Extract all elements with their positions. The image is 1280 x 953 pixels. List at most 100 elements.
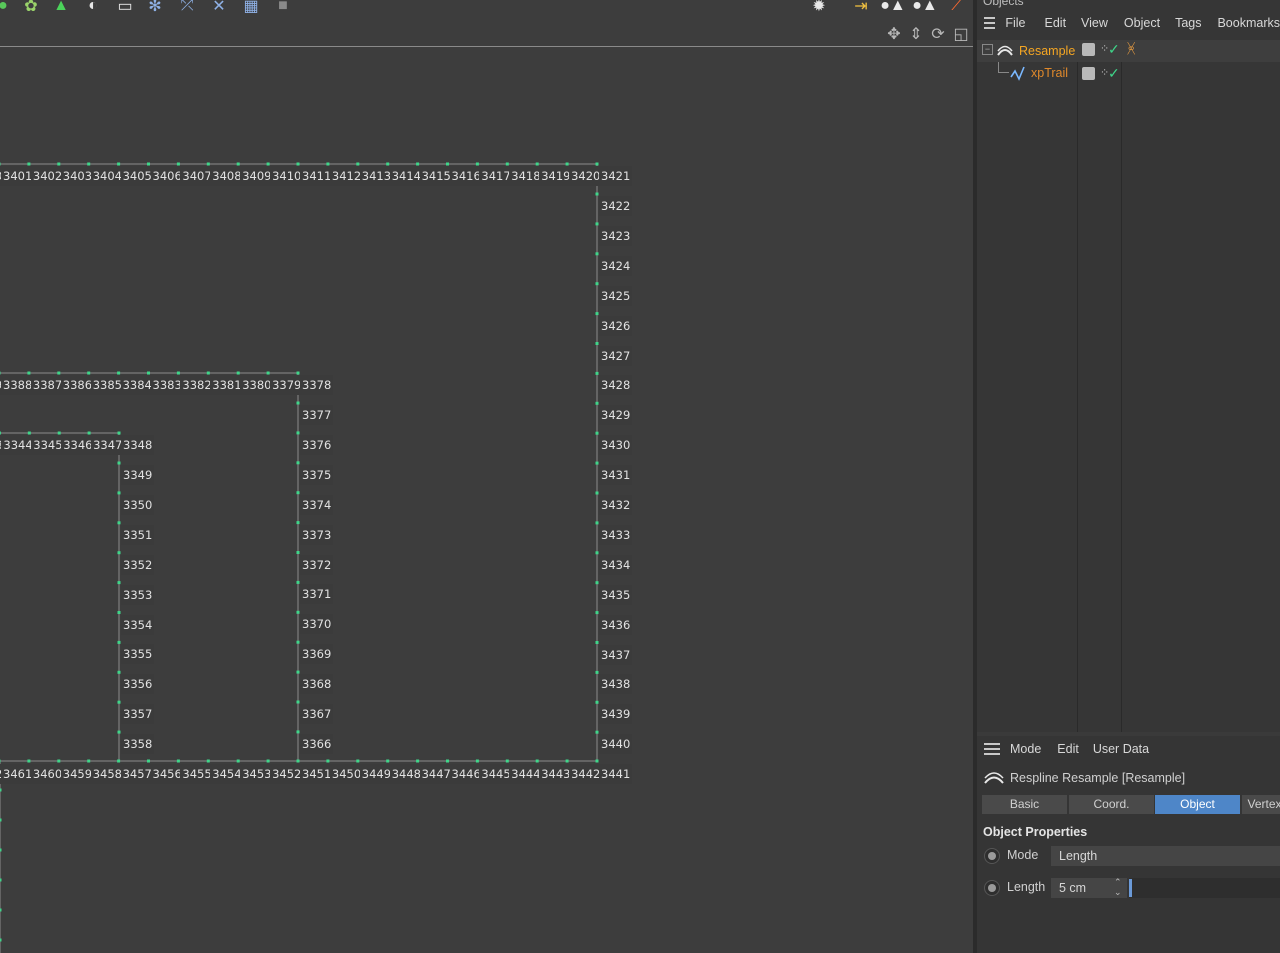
object-name[interactable]: xpTrail [1031,66,1068,80]
mode-dropdown[interactable]: Length [1051,846,1280,866]
resample-curve-icon [984,772,1004,784]
spline-point[interactable] [117,759,121,763]
menu-edit[interactable]: Edit [1045,16,1067,30]
spline-point[interactable] [326,759,330,763]
enabled-check-icon[interactable]: ✓ [1108,65,1120,82]
object-name[interactable]: Resample [1019,44,1075,58]
menu-tags[interactable]: Tags [1175,16,1201,30]
stepper-arrows-icon[interactable]: ⌃ ⌄ [1114,877,1122,897]
spline-point[interactable] [147,759,150,763]
spline-point[interactable] [87,759,91,763]
spline-point[interactable] [236,759,240,763]
point-label: 3434 [599,554,633,575]
object-row-resample[interactable]: − Resample ⁘ ✓ ᚸ [977,40,1280,62]
point-label: 3441 [599,764,633,784]
objects-tab[interactable]: Objects [983,0,1024,8]
menu-object[interactable]: Object [1124,16,1160,30]
spline-point[interactable] [0,848,2,852]
spline-point[interactable] [595,759,599,763]
visibility-toggle-icon[interactable] [1082,43,1095,56]
point-label: 3374 [300,494,334,515]
point-label: 3369 [300,644,334,665]
spline-point[interactable] [535,759,539,763]
point-label: 3445 [479,764,513,784]
point-label: 3412 [329,166,364,186]
enabled-check-icon[interactable]: ✓ [1108,41,1120,58]
spline-point[interactable] [446,759,449,763]
point-label: 3409 [240,166,274,186]
spline-point[interactable] [296,759,300,763]
object-header: Respline Resample [Resample] [1010,771,1186,785]
spline-point[interactable] [475,759,479,763]
visibility-toggle-icon[interactable] [1082,67,1095,80]
spline-point[interactable] [0,759,1,763]
menu-user-data[interactable]: User Data [1093,742,1149,756]
point-label: 3453 [240,764,274,784]
spline-point[interactable] [505,759,509,763]
mode-keyframe-radio[interactable] [984,848,1000,864]
tag-icon[interactable]: ᚸ [1127,40,1135,56]
spline-point[interactable] [0,818,2,822]
spline-point[interactable] [0,938,2,942]
point-label: 3403 [60,166,95,186]
point-label: 3450 [329,764,364,784]
viewport[interactable]: ● ✿ ▲ ◐ ▭ ✻ ⤱ ✕ ▦ ■ ✹ ⇥ ●▲ ●▲ ⟋ ✥ ⇕ ⟳ ◱ … [0,0,973,953]
point-label: 3375 [300,464,334,485]
point-label: 3406 [150,166,184,186]
point-label: 3414 [389,166,423,186]
point-label: 3429 [599,405,633,426]
object-row-xptrail[interactable]: xpTrail ⁘ ✓ [977,62,1280,84]
point-label: 3404 [90,166,124,186]
point-label: 3419 [539,166,573,186]
point-label: 3430 [599,435,633,456]
objects-panel: Objects File Edit View Object Tags Bookm… [977,0,1280,732]
spline-point[interactable] [266,759,270,763]
length-label: Length [1007,880,1046,894]
point-label: 3372 [300,554,334,575]
resample-curve-icon [997,45,1013,56]
point-label: 3350 [121,494,155,515]
point-label: 3373 [300,524,334,545]
spline-point[interactable] [0,788,2,792]
tab-basic[interactable]: Basic [982,795,1067,814]
spline-point[interactable] [0,908,2,912]
point-label: 3432 [599,495,633,515]
point-label: 3431 [599,465,633,486]
spline-point[interactable] [356,759,360,763]
spline-point[interactable] [0,878,2,882]
spline-point[interactable] [206,759,210,763]
collapse-icon[interactable]: − [982,44,993,55]
menu-mode[interactable]: Mode [1010,742,1041,756]
point-label: 3386 [60,375,95,395]
menu-file[interactable]: File [1005,16,1025,30]
menu-view[interactable]: View [1081,16,1108,30]
length-slider[interactable] [1129,878,1280,898]
column-divider [1121,40,1122,732]
point-label: 3449 [359,764,394,784]
spline-point[interactable] [176,759,180,763]
point-label: 3411 [300,166,334,186]
spline-point[interactable] [57,759,61,763]
menu-icon[interactable] [984,743,1000,755]
point-label: 3422 [599,196,633,216]
menu-icon[interactable] [984,17,996,29]
spline-point[interactable] [565,759,569,763]
point-label: 3425 [599,285,633,306]
spline-point[interactable] [27,759,31,763]
menu-edit[interactable]: Edit [1057,742,1079,756]
slider-handle[interactable] [1129,879,1132,897]
spline-point[interactable] [386,759,390,763]
tab-object[interactable]: Object [1155,795,1240,814]
spline-point[interactable] [416,759,420,763]
point-label: 3410 [270,166,304,186]
point-label: 3366 [300,733,334,754]
tab-vertex[interactable]: Vertex [1242,795,1280,814]
point-label: 3371 [300,584,334,605]
point-label: 3423 [599,225,633,246]
tab-coord[interactable]: Coord. [1069,795,1154,814]
length-keyframe-radio[interactable] [984,880,1000,896]
point-label: 3356 [121,674,155,695]
point-label: 3456 [150,764,184,784]
menu-bookmarks[interactable]: Bookmarks [1217,16,1280,30]
mode-label: Mode [1007,848,1039,862]
